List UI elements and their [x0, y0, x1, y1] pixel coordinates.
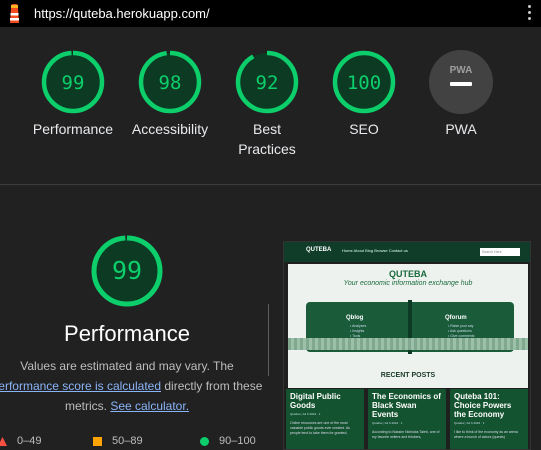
legend-pass: 90–100 [200, 435, 256, 447]
performance-big-gauge: 99 [91, 235, 163, 307]
gauge-accessibility-score: 98 [159, 72, 182, 94]
thumb-card-title: The Economics of Black Swan Events [372, 392, 441, 419]
gauge-best-practices[interactable]: 92 Best Practices [217, 49, 317, 159]
thumb-card-title: Digital Public Goods [290, 392, 341, 410]
desc-line-3: metrics. [64, 399, 107, 413]
thumb-post-card: Digital Public Goods Quteba | Jul 6 2022… [286, 389, 364, 449]
performance-big-score: 99 [112, 256, 142, 285]
thumb-card-text: Online resources are one of the most val… [290, 421, 350, 435]
thumb-search-input: Search Here [480, 248, 520, 256]
score-calc-link[interactable]: performance score is calculated [0, 379, 161, 393]
thumb-pattern-band [288, 338, 528, 350]
gauge-accessibility-ring: 98 [138, 50, 202, 114]
gauge-seo-score: 100 [347, 72, 381, 94]
thumb-post-card: The Economics of Black Swan Events Quteb… [368, 389, 446, 449]
thumb-hero: QUTEBA Your economic information exchang… [288, 264, 528, 388]
more-menu-icon[interactable] [525, 5, 533, 21]
desc-middle: directly from these [164, 379, 263, 393]
gauge-performance-label: Performance [32, 121, 114, 137]
gauge-seo[interactable]: 100 SEO [314, 49, 414, 139]
performance-title: Performance [64, 321, 190, 346]
gauge-pwa-label: PWA [445, 121, 477, 137]
thumb-hero-title: QUTEBA [389, 269, 427, 279]
thumb-qforum-items: • Raise your say • Ask questions • Give … [448, 324, 475, 339]
thumb-card-meta: Quteba | Jul 6 2022 · 1 [372, 421, 403, 425]
gauge-pwa[interactable]: PWA PWA [411, 49, 511, 139]
legend-fail: 0–49 [0, 435, 41, 447]
thumb-qblog-items: • Analyses • Insights • Tools [350, 324, 366, 339]
thumb-qblog: Qblog [346, 315, 364, 321]
fail-triangle-icon [0, 436, 7, 446]
gauge-performance[interactable]: 99 Performance [23, 49, 123, 139]
report-url[interactable]: https://quteba.herokuapp.com/ [34, 6, 210, 21]
section-divider [0, 184, 541, 185]
pass-circle-icon [200, 436, 209, 446]
gauge-accessibility[interactable]: 98 Accessibility [120, 49, 220, 139]
legend-pass-text: 90–100 [219, 435, 256, 447]
average-square-icon [93, 436, 102, 446]
legend-average-text: 50–89 [112, 435, 143, 447]
thumb-brand: QUTEBA [306, 247, 332, 253]
thumb-card-meta: Quteba | Jul 6 2022 · 1 [454, 421, 485, 425]
lighthouse-icon [10, 4, 19, 23]
thumb-navbar: QUTEBA Home About Blog Browse Contact us… [284, 242, 530, 262]
performance-description: Values are estimated and may vary. The p… [0, 356, 274, 416]
gauge-performance-score: 99 [62, 72, 85, 94]
thumb-qforum: Qforum [445, 315, 467, 321]
see-calculator-link[interactable]: See calculator. [110, 399, 189, 413]
gauge-best-practices-score: 92 [256, 72, 279, 94]
gauge-seo-ring: 100 [332, 50, 396, 114]
page-screenshot-thumbnail[interactable]: QUTEBA Home About Blog Browse Contact us… [283, 241, 531, 450]
legend-fail-text: 0–49 [17, 435, 42, 447]
thumb-card-meta: Quteba | Jul 6 2022 · 1 [290, 412, 321, 416]
gauge-best-practices-label: Best Practices [238, 121, 296, 157]
pwa-badge-icon: PWA [429, 50, 493, 114]
thumb-hero-subtitle: Your economic information exchange hub [343, 280, 473, 287]
gauge-seo-label: SEO [349, 121, 379, 137]
thumb-card-text: I like to think of the economy as an are… [454, 430, 518, 439]
vertical-separator [268, 304, 269, 376]
thumb-post-card: Quteba 101: Choice Powers the Economy Qu… [450, 389, 528, 449]
top-bar: https://quteba.herokuapp.com/ [0, 0, 541, 27]
thumb-recent-posts: RECENT POSTS [380, 372, 436, 379]
gauge-best-practices-ring: 92 [235, 50, 299, 114]
desc-line-1: Values are estimated and may vary. The [20, 359, 234, 373]
thumb-nav-links: Home About Blog Browse Contact us [342, 248, 408, 253]
thumb-card-text: According to Nassim Nicholas Taleb, one … [372, 430, 440, 439]
legend-average: 50–89 [93, 435, 143, 447]
gauge-performance-ring: 99 [41, 50, 105, 114]
pwa-badge-text: PWA [450, 65, 473, 76]
thumb-card-title: Quteba 101: Choice Powers the Economy [454, 392, 512, 419]
gauge-accessibility-label: Accessibility [131, 121, 209, 137]
